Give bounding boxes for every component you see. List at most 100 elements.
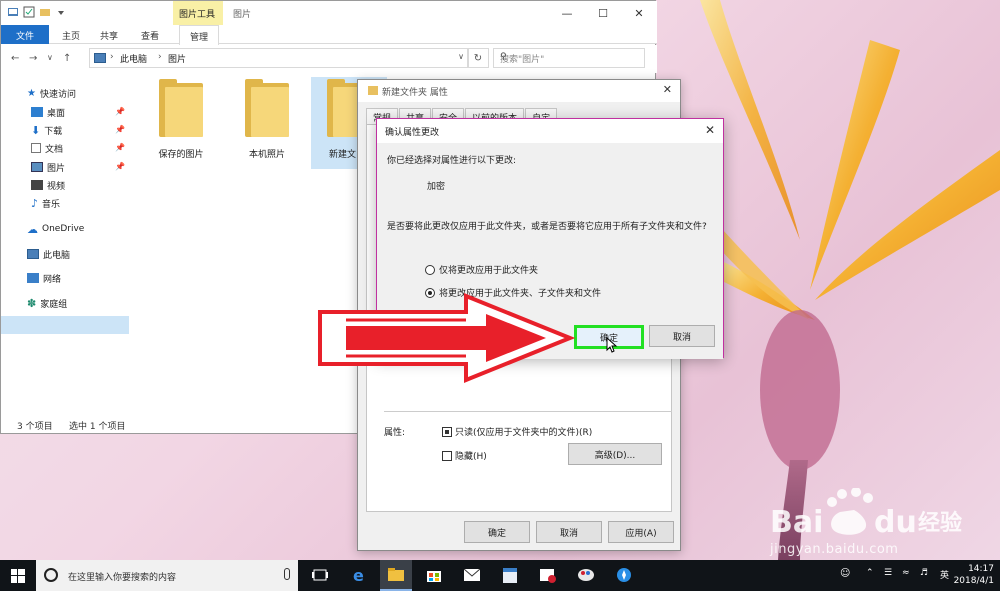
sidebar-item-downloads[interactable]: ⬇ 下载: [31, 122, 62, 138]
properties-ok-button[interactable]: 确定: [464, 521, 530, 543]
quick-access-toolbar: [7, 6, 67, 18]
svg-text:du: du: [874, 505, 917, 540]
close-icon[interactable]: ✕: [705, 123, 715, 137]
input-language[interactable]: 英: [940, 568, 949, 581]
start-button[interactable]: [0, 560, 36, 591]
sidebar-item-this-pc[interactable]: 此电脑: [27, 246, 70, 262]
taskbar: 在这里输入你要搜索的内容 e ☺ ⌃ ☰ ≈ ♬ 英 14:17 2018/4/…: [0, 560, 1000, 591]
paint-app-icon[interactable]: [576, 565, 596, 585]
properties-apply-button[interactable]: 应用(A): [608, 521, 674, 543]
selection-count: 选中 1 个项目: [69, 422, 126, 432]
navigation-pane: ★ 快速访问 桌面 📌 ⬇ 下载 📌 文档 📌 图片 📌 视频 ♪ 音乐 ☁ O…: [1, 73, 129, 413]
radio-folder-only[interactable]: 仅将更改应用于此文件夹: [425, 263, 538, 276]
network-icon: [27, 273, 39, 283]
folder-app-icon: [8, 8, 18, 16]
windows-logo-icon: [11, 568, 25, 583]
sidebar-item-homegroup[interactable]: ✽ 家庭组: [27, 295, 67, 311]
sidebar-item-onedrive[interactable]: ☁ OneDrive: [27, 221, 84, 237]
mail-icon[interactable]: [462, 565, 482, 585]
system-clock[interactable]: 14:17 2018/4/1: [954, 563, 994, 587]
up-arrow-icon[interactable]: ↑: [63, 53, 71, 64]
attributes-label: 属性:: [384, 428, 406, 438]
sidebar-label: OneDrive: [42, 224, 85, 234]
sidebar-label: 音乐: [42, 199, 61, 210]
sidebar-label: 视频: [47, 181, 66, 192]
volume-icon[interactable]: ♬: [920, 568, 928, 578]
calendar-app-icon[interactable]: [500, 565, 520, 585]
sidebar-item-network[interactable]: 网络: [27, 270, 61, 286]
customize-qat-icon[interactable]: [55, 6, 67, 18]
store-icon[interactable]: [424, 565, 444, 585]
sidebar-label: 文档: [45, 144, 64, 155]
taskbar-search-box[interactable]: 在这里输入你要搜索的内容: [36, 560, 298, 591]
minimize-icon[interactable]: —: [549, 1, 585, 25]
task-view-icon[interactable]: [310, 565, 330, 585]
show-hidden-icons-icon[interactable]: ⌃: [866, 568, 874, 578]
file-explorer-icon[interactable]: [386, 565, 406, 585]
sidebar-item-quick-access[interactable]: ★ 快速访问: [27, 85, 76, 101]
search-box[interactable]: 搜索"图片" ⚲: [493, 48, 645, 68]
new-folder-icon[interactable]: [39, 6, 51, 18]
sidebar-label: 网络: [43, 274, 62, 285]
readonly-label: 只读(仅应用于文件夹中的文件)(R): [455, 428, 593, 438]
media-app-icon[interactable]: [538, 565, 558, 585]
properties-cancel-button[interactable]: 取消: [536, 521, 602, 543]
red-arrow-annotation: [318, 293, 576, 383]
tab-manage[interactable]: 管理: [179, 25, 219, 45]
hidden-label: 隐藏(H): [455, 452, 487, 462]
sidebar-selection-highlight: [1, 316, 129, 334]
folder-item[interactable]: 保存的图片: [143, 79, 219, 160]
tab-share[interactable]: 共享: [94, 25, 124, 44]
refresh-icon[interactable]: ↻: [467, 48, 489, 68]
breadcrumb-sep-icon: ›: [110, 52, 114, 62]
confirm-question: 是否要将此更改仅应用于此文件夹，或者是否要将它应用于所有子文件夹和文件?: [387, 222, 707, 232]
forward-arrow-icon[interactable]: →: [29, 53, 37, 64]
item-count: 3 个项目: [17, 422, 53, 432]
recent-locations-icon[interactable]: ∨: [47, 53, 53, 62]
folder-item[interactable]: 本机照片: [229, 79, 305, 160]
sidebar-item-documents[interactable]: 文档: [31, 140, 63, 156]
properties-icon[interactable]: [23, 6, 35, 18]
sidebar-item-pictures[interactable]: 图片: [31, 159, 65, 175]
sidebar-label: 图片: [47, 163, 66, 174]
pin-icon[interactable]: 📌: [115, 162, 125, 171]
confirm-intro: 你已经选择对属性进行以下更改:: [387, 156, 517, 166]
pin-icon[interactable]: 📌: [115, 107, 125, 116]
clock-time: 14:17: [968, 564, 994, 574]
people-icon[interactable]: ☺: [840, 568, 850, 579]
advanced-button[interactable]: 高级(D)...: [568, 443, 662, 465]
videos-icon: [31, 180, 43, 190]
sidebar-item-videos[interactable]: 视频: [31, 177, 65, 193]
readonly-checkbox[interactable]: 只读(仅应用于文件夹中的文件)(R): [442, 425, 592, 438]
close-icon[interactable]: ✕: [663, 83, 672, 96]
maximize-icon[interactable]: ☐: [585, 1, 621, 25]
documents-icon: [31, 143, 41, 153]
breadcrumb-this-pc[interactable]: 此电脑: [120, 52, 147, 65]
sidebar-item-music[interactable]: ♪ 音乐: [31, 195, 60, 211]
wifi-icon[interactable]: ≈: [902, 568, 910, 578]
divider: [384, 411, 672, 412]
tab-file[interactable]: 文件: [1, 25, 49, 44]
cloud-icon: ☁: [27, 222, 38, 236]
pictures-icon: [31, 162, 43, 172]
back-arrow-icon[interactable]: ←: [11, 53, 19, 64]
checkbox-icon: [442, 450, 452, 461]
close-icon[interactable]: ✕: [621, 1, 657, 25]
address-bar[interactable]: › 此电脑 › 图片 ∨: [89, 48, 469, 68]
sidebar-item-desktop[interactable]: 桌面: [31, 104, 65, 120]
svg-text:Bai: Bai: [770, 505, 823, 540]
confirm-cancel-button[interactable]: 取消: [649, 325, 715, 347]
breadcrumb-pictures[interactable]: 图片: [168, 52, 186, 65]
tab-home[interactable]: 主页: [56, 25, 86, 44]
pin-icon[interactable]: 📌: [115, 143, 125, 152]
edge-browser-icon[interactable]: e: [350, 565, 370, 585]
svg-text:经验: 经验: [918, 510, 962, 536]
browser-app-icon[interactable]: [614, 565, 634, 585]
microphone-icon[interactable]: [284, 568, 290, 580]
tab-view[interactable]: 查看: [135, 25, 165, 44]
network-tray-icon[interactable]: ☰: [884, 568, 892, 578]
address-dropdown-icon[interactable]: ∨: [458, 52, 464, 61]
pin-icon[interactable]: 📌: [115, 125, 125, 134]
hidden-checkbox[interactable]: 隐藏(H): [442, 449, 487, 462]
mouse-cursor-icon: [606, 337, 618, 353]
